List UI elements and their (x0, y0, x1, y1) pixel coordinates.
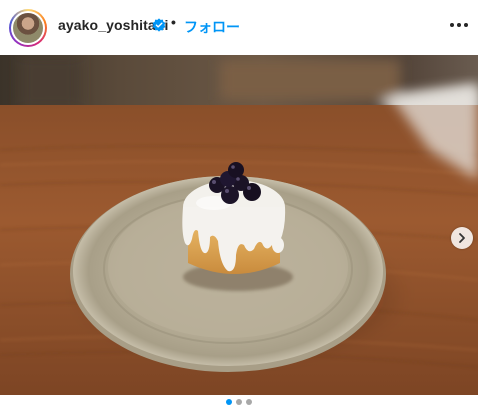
photo-cake-on-plate (0, 55, 478, 395)
carousel-next-button[interactable] (451, 227, 473, 249)
follow-button[interactable]: フォロー (184, 17, 240, 37)
chevron-right-icon (459, 233, 465, 243)
more-options-icon[interactable] (448, 14, 470, 36)
verified-badge-icon (152, 18, 166, 37)
avatar-frame (11, 11, 45, 45)
carousel-dot-3 (246, 399, 252, 405)
carousel-indicator (0, 399, 478, 409)
carousel-dot-2 (236, 399, 242, 405)
carousel-dot-1 (226, 399, 232, 405)
avatar[interactable] (13, 13, 43, 43)
post-photo[interactable] (0, 55, 478, 395)
separator-dot: • (171, 14, 176, 30)
avatar-story-ring[interactable] (9, 9, 47, 47)
post-header: ayako_yoshitani • フォロー (0, 0, 478, 55)
